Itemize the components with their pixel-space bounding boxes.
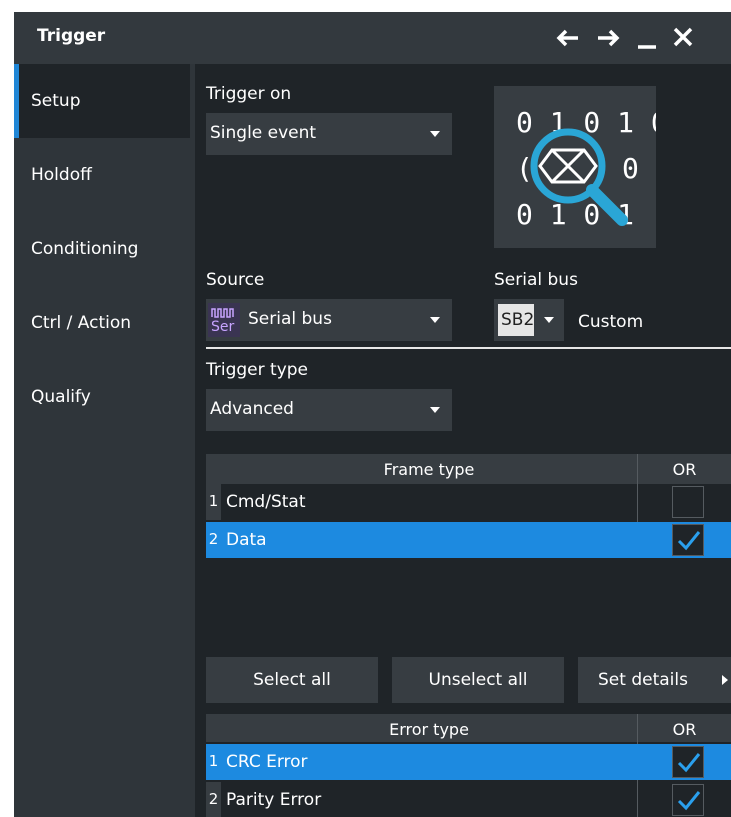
chevron-down-icon [544, 317, 554, 323]
row-label: CRC Error [226, 752, 308, 772]
nav-item-conditioning[interactable]: Conditioning [14, 212, 190, 286]
checkmark-icon [677, 791, 701, 811]
or-checkbox[interactable] [672, 524, 704, 556]
row-label: Parity Error [226, 790, 322, 810]
minimize-icon[interactable] [634, 25, 662, 51]
nav-label: Ctrl / Action [31, 313, 132, 333]
trigger-type-value: Advanced [210, 399, 294, 419]
row-number: 2 [206, 522, 221, 558]
arrow-right-icon[interactable] [594, 25, 622, 51]
table-header: Frame type OR [206, 454, 731, 484]
serial-bus-badge: SB2 [498, 304, 534, 336]
row-number: 2 [206, 782, 221, 817]
title-bar: Trigger [14, 12, 731, 64]
serial-trigger-preview: 0 1 0 1 0 ( 0 0 1 0 1 [494, 86, 668, 248]
dialog-title: Trigger [37, 26, 106, 46]
trigger-type-dropdown[interactable]: Advanced [206, 389, 452, 431]
error-type-header: Error type [389, 720, 469, 739]
nav-item-holdoff[interactable]: Holdoff [14, 138, 190, 212]
serial-icon-text: Ser [211, 319, 235, 335]
table-row[interactable]: 2 Parity Error [206, 782, 731, 817]
serial-bus-label: Serial bus [494, 270, 578, 290]
trigger-on-dropdown[interactable]: Single event [206, 113, 452, 155]
table-row[interactable]: 1 CRC Error [206, 744, 731, 780]
source-dropdown[interactable]: Ser Serial bus [206, 299, 452, 341]
table-header: Error type OR [206, 714, 731, 742]
nav-divider [190, 64, 195, 817]
serial-bus-dropdown[interactable]: SB2 [494, 299, 564, 341]
side-nav: Setup Holdoff Conditioning Ctrl / Action… [14, 64, 190, 817]
select-all-label: Select all [253, 670, 331, 690]
error-type-table: Error type OR 1 CRC Error 2 Parity Error [206, 714, 731, 817]
trigger-on-label: Trigger on [206, 84, 292, 104]
frame-type-table: Frame type OR 1 Cmd/Stat 2 Data [206, 454, 731, 564]
nav-item-ctrl-action[interactable]: Ctrl / Action [14, 286, 190, 360]
nav-item-setup[interactable]: Setup [14, 64, 190, 138]
row-number: 1 [206, 744, 221, 780]
arrow-left-icon[interactable] [554, 25, 582, 51]
trigger-on-value: Single event [210, 123, 317, 143]
unselect-all-label: Unselect all [428, 670, 528, 690]
unselect-all-button[interactable]: Unselect all [392, 657, 564, 703]
select-all-button[interactable]: Select all [206, 657, 378, 703]
nav-label: Setup [31, 91, 81, 111]
nav-label: Holdoff [31, 165, 92, 185]
close-icon[interactable] [670, 25, 698, 51]
or-checkbox[interactable] [672, 746, 704, 778]
checkmark-icon [677, 753, 701, 773]
nav-item-qualify[interactable]: Qualify [14, 360, 190, 434]
serial-search-icon: 0 1 0 1 0 ( 0 0 1 0 1 [516, 106, 668, 231]
table-row[interactable]: 1 Cmd/Stat [206, 484, 731, 520]
or-header: OR [672, 720, 697, 739]
or-header: OR [672, 460, 697, 479]
chevron-down-icon [430, 131, 440, 137]
set-details-button[interactable]: Set details [578, 657, 731, 703]
set-details-label: Set details [598, 670, 688, 690]
bits-mid-left: ( [516, 152, 533, 185]
trigger-dialog: Trigger Setup Holdoff Conditioning Ctrl … [14, 12, 731, 817]
row-label: Cmd/Stat [226, 492, 306, 512]
chevron-down-icon [430, 407, 440, 413]
checkmark-icon [677, 531, 701, 551]
source-value: Serial bus [248, 309, 332, 329]
source-label: Source [206, 270, 265, 290]
nav-label: Conditioning [31, 239, 139, 259]
arrow-right-small-icon [722, 675, 728, 685]
chevron-down-icon [430, 317, 440, 323]
frame-type-header: Frame type [383, 460, 475, 479]
serial-bus-icon: Ser [208, 303, 240, 337]
row-number: 1 [206, 484, 221, 520]
or-checkbox[interactable] [672, 784, 704, 816]
bits-mid-right: 0 [622, 152, 639, 185]
table-row[interactable]: 2 Data [206, 522, 731, 558]
row-label: Data [226, 530, 267, 550]
nav-label: Qualify [31, 387, 91, 407]
trigger-type-label: Trigger type [206, 360, 309, 380]
serial-bus-name: Custom [578, 312, 644, 332]
or-checkbox[interactable] [672, 486, 704, 518]
section-divider [206, 347, 731, 349]
serial-bus-badge-text: SB2 [501, 310, 535, 330]
